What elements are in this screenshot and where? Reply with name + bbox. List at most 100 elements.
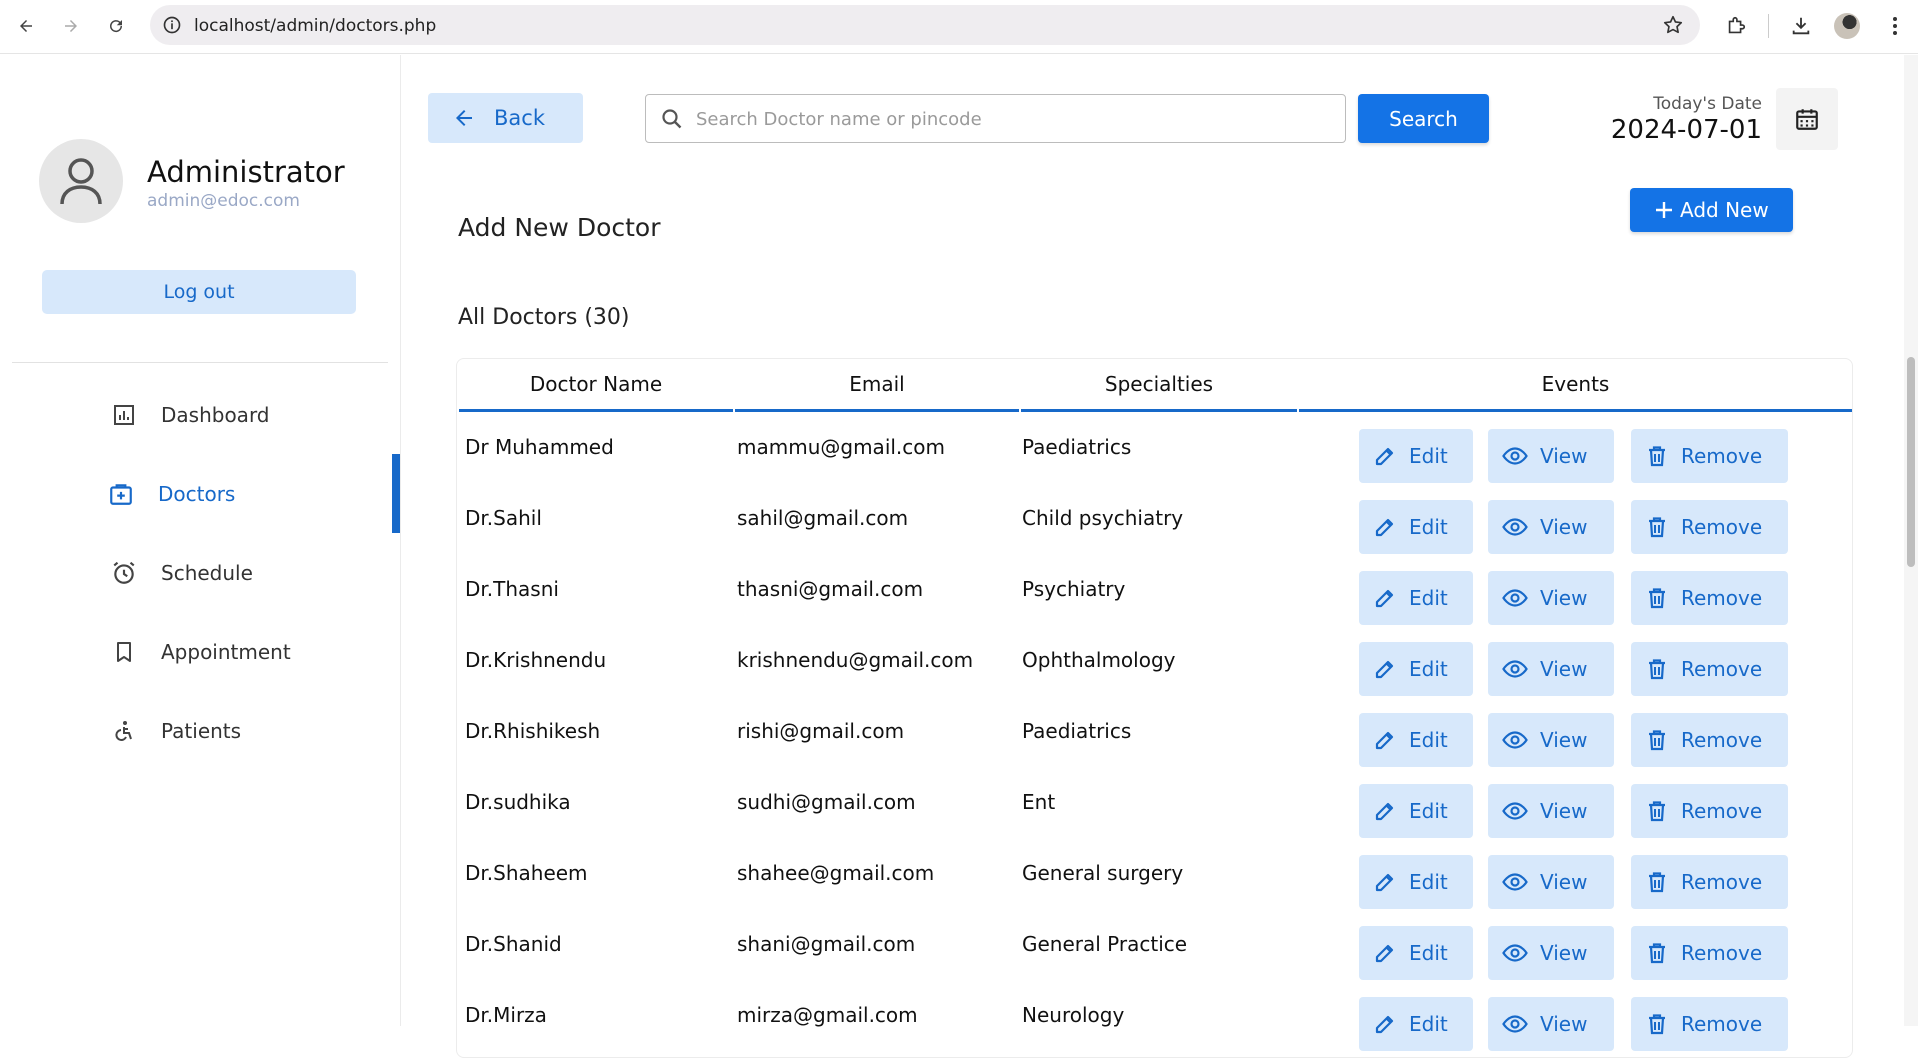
- view-button[interactable]: View: [1488, 500, 1614, 554]
- doctor-email-cell: shahee@gmail.com: [737, 861, 935, 885]
- view-button[interactable]: View: [1488, 642, 1614, 696]
- remove-button[interactable]: Remove: [1631, 926, 1788, 980]
- doctor-name-cell: Dr.Shaheem: [465, 861, 588, 885]
- search-button[interactable]: Search: [1358, 94, 1489, 143]
- remove-label: Remove: [1681, 941, 1763, 965]
- remove-button[interactable]: Remove: [1631, 855, 1788, 909]
- page-scrollbar[interactable]: [1904, 55, 1918, 1026]
- edit-button[interactable]: Edit: [1359, 500, 1473, 554]
- column-header-email: Email: [735, 359, 1019, 412]
- edit-button[interactable]: Edit: [1359, 784, 1473, 838]
- remove-button[interactable]: Remove: [1631, 500, 1788, 554]
- eye-icon: [1502, 870, 1528, 894]
- doctor-name-cell: Dr.sudhika: [465, 790, 571, 814]
- remove-button[interactable]: Remove: [1631, 784, 1788, 838]
- doctor-specialty-cell: Paediatrics: [1022, 719, 1132, 743]
- doctor-specialty-cell: Paediatrics: [1022, 435, 1132, 459]
- doctor-name-cell: Dr.Mirza: [465, 1003, 547, 1027]
- view-button[interactable]: View: [1488, 429, 1614, 483]
- pencil-icon: [1373, 728, 1397, 752]
- doctor-specialty-cell: General surgery: [1022, 861, 1184, 885]
- site-info-icon[interactable]: [162, 15, 182, 35]
- doctor-name-cell: Dr.Thasni: [465, 577, 559, 601]
- pencil-icon: [1373, 515, 1397, 539]
- column-header-name: Doctor Name: [459, 359, 733, 412]
- view-button[interactable]: View: [1488, 997, 1614, 1051]
- add-new-button[interactable]: Add New: [1630, 188, 1793, 232]
- pencil-icon: [1373, 586, 1397, 610]
- trash-icon: [1645, 941, 1669, 965]
- eye-icon: [1502, 657, 1528, 681]
- view-button[interactable]: View: [1488, 713, 1614, 767]
- sidebar-item-patients[interactable]: Patients: [0, 691, 400, 770]
- extensions-icon[interactable]: [1723, 13, 1749, 39]
- browser-menu-icon[interactable]: [1882, 13, 1908, 39]
- trash-icon: [1645, 586, 1669, 610]
- view-button[interactable]: View: [1488, 784, 1614, 838]
- add-new-label: Add New: [1680, 198, 1769, 222]
- remove-label: Remove: [1681, 799, 1763, 823]
- browser-forward-icon[interactable]: [57, 12, 85, 40]
- doctor-specialty-cell: General Practice: [1022, 932, 1188, 956]
- logout-button[interactable]: Log out: [42, 270, 356, 314]
- table-row: Dr.Shaheem shahee@gmail.com General surger…: [457, 841, 1852, 912]
- edit-label: Edit: [1409, 515, 1448, 539]
- search-field[interactable]: [645, 94, 1346, 143]
- view-button[interactable]: View: [1488, 855, 1614, 909]
- remove-label: Remove: [1681, 515, 1763, 539]
- remove-button[interactable]: Remove: [1631, 642, 1788, 696]
- doctor-email-cell: mirza@gmail.com: [737, 1003, 918, 1027]
- pencil-icon: [1373, 444, 1397, 468]
- remove-button[interactable]: Remove: [1631, 997, 1788, 1051]
- edit-button[interactable]: Edit: [1359, 713, 1473, 767]
- view-button[interactable]: View: [1488, 571, 1614, 625]
- view-button[interactable]: View: [1488, 926, 1614, 980]
- column-header-specialties: Specialties: [1021, 359, 1297, 412]
- download-icon[interactable]: [1788, 13, 1814, 39]
- back-button[interactable]: Back: [428, 93, 583, 143]
- browser-profile-avatar[interactable]: [1834, 13, 1860, 39]
- browser-back-icon[interactable]: [12, 12, 40, 40]
- edit-button[interactable]: Edit: [1359, 429, 1473, 483]
- bookmark-star-icon[interactable]: [1662, 14, 1684, 36]
- edit-label: Edit: [1409, 586, 1448, 610]
- remove-button[interactable]: Remove: [1631, 713, 1788, 767]
- sidebar-item-dashboard[interactable]: Dashboard: [0, 375, 400, 454]
- active-indicator: [392, 454, 400, 533]
- edit-button[interactable]: Edit: [1359, 997, 1473, 1051]
- edit-button[interactable]: Edit: [1359, 926, 1473, 980]
- trash-icon: [1645, 515, 1669, 539]
- arrow-left-icon: [452, 106, 476, 130]
- scrollbar-thumb[interactable]: [1907, 357, 1915, 567]
- remove-label: Remove: [1681, 657, 1763, 681]
- doctor-email-cell: shani@gmail.com: [737, 932, 916, 956]
- pencil-icon: [1373, 870, 1397, 894]
- pencil-icon: [1373, 1012, 1397, 1036]
- back-label: Back: [494, 106, 545, 130]
- sidebar-item-schedule[interactable]: Schedule: [0, 533, 400, 612]
- table-row: Dr.Sahil sahil@gmail.com Child psychiatry E…: [457, 486, 1852, 557]
- address-bar[interactable]: localhost/admin/doctors.php: [150, 5, 1700, 45]
- edit-button[interactable]: Edit: [1359, 642, 1473, 696]
- eye-icon: [1502, 444, 1528, 468]
- browser-reload-icon[interactable]: [102, 12, 130, 40]
- table-row: Dr.sudhika sudhi@gmail.com Ent Edit View Remo…: [457, 770, 1852, 841]
- remove-button[interactable]: Remove: [1631, 429, 1788, 483]
- calendar-button[interactable]: [1776, 88, 1838, 150]
- edit-button[interactable]: Edit: [1359, 571, 1473, 625]
- admin-avatar: [39, 139, 123, 223]
- sidebar-item-appointment[interactable]: Appointment: [0, 612, 400, 691]
- view-label: View: [1540, 870, 1588, 894]
- sidebar-item-doctors[interactable]: Doctors: [0, 454, 400, 533]
- edit-button[interactable]: Edit: [1359, 855, 1473, 909]
- column-header-events: Events: [1299, 359, 1852, 412]
- search-input[interactable]: [696, 105, 1326, 133]
- table-row: Dr.Shanid shani@gmail.com General Practice…: [457, 912, 1852, 983]
- doctor-name-cell: Dr.Shanid: [465, 932, 562, 956]
- plus-icon: [1654, 200, 1674, 220]
- doctor-specialty-cell: Child psychiatry: [1022, 506, 1184, 530]
- remove-label: Remove: [1681, 586, 1763, 610]
- doctor-name-cell: Dr.Rhishikesh: [465, 719, 601, 743]
- remove-button[interactable]: Remove: [1631, 571, 1788, 625]
- trash-icon: [1645, 1012, 1669, 1036]
